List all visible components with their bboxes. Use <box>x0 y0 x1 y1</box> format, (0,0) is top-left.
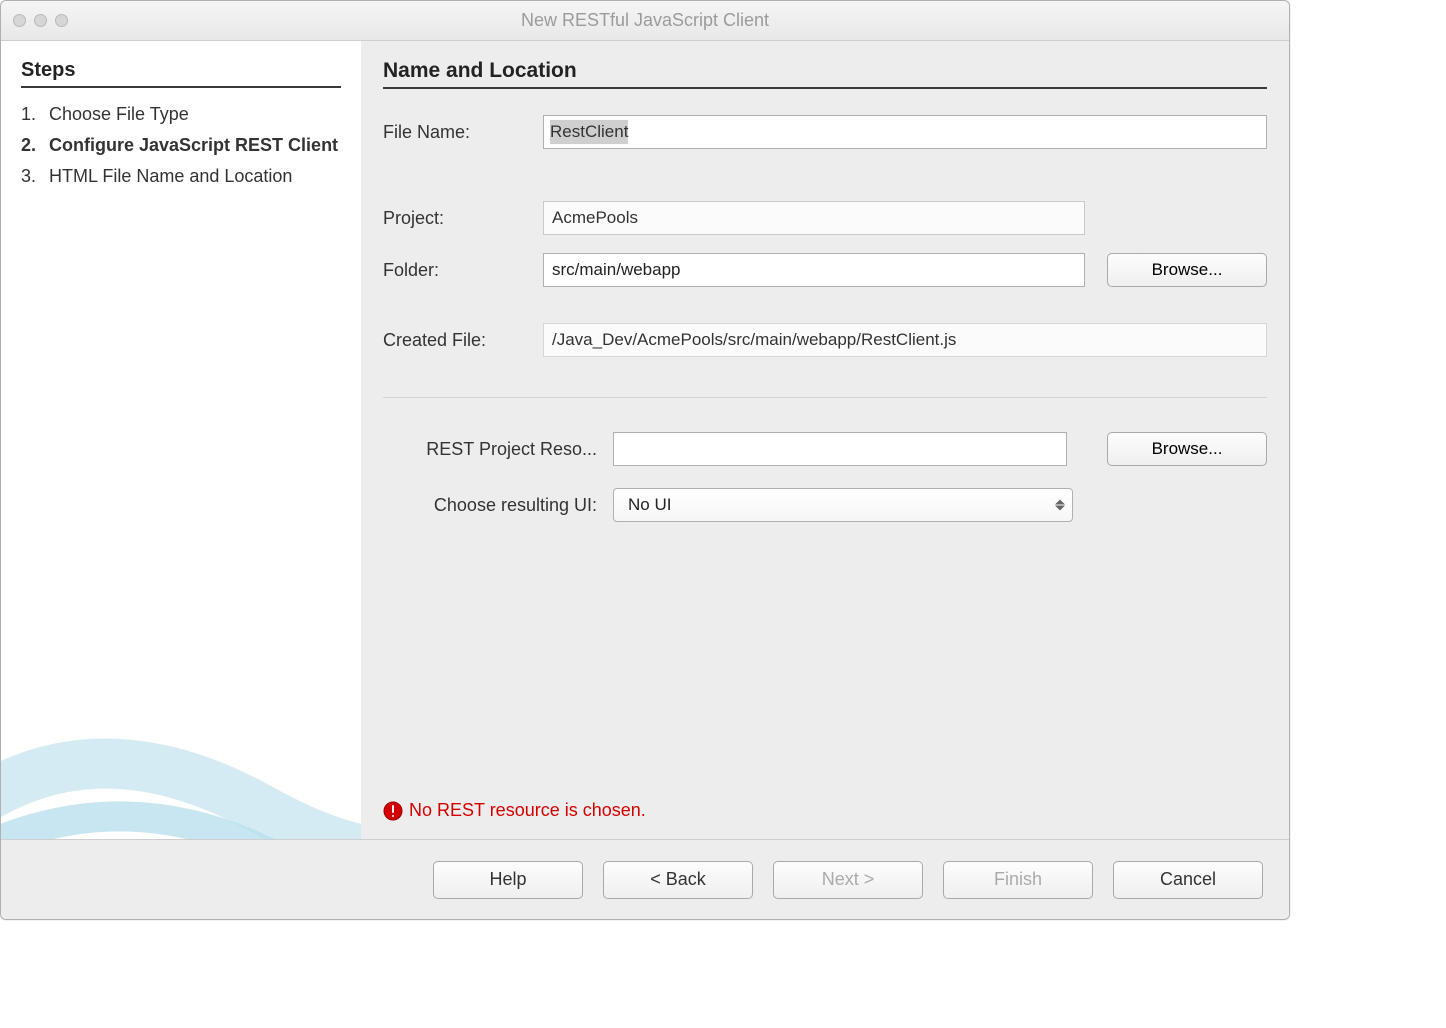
folder-field[interactable] <box>543 253 1085 287</box>
created-file-label: Created File: <box>383 330 543 351</box>
error-icon <box>383 801 403 821</box>
step-number: 3. <box>21 164 49 189</box>
file-name-field[interactable]: RestClient <box>543 115 1267 149</box>
main-pane: Name and Location File Name: RestClient … <box>361 41 1289 839</box>
choose-ui-label: Choose resulting UI: <box>383 495 613 516</box>
step-label: Choose File Type <box>49 102 341 127</box>
created-file-row: Created File: /Java_Dev/AcmePools/src/ma… <box>383 323 1267 357</box>
folder-row: Folder: Browse... <box>383 253 1267 287</box>
close-window-icon[interactable] <box>13 14 26 27</box>
rest-resource-row: REST Project Reso... Browse... <box>383 432 1267 466</box>
finish-button[interactable]: Finish <box>943 861 1093 899</box>
step-number: 2. <box>21 133 49 158</box>
wizard-window: New RESTful JavaScript Client Steps 1. C… <box>0 0 1290 920</box>
minimize-window-icon[interactable] <box>34 14 47 27</box>
step-item: 3. HTML File Name and Location <box>21 164 341 189</box>
help-button[interactable]: Help <box>433 861 583 899</box>
choose-ui-select[interactable]: No UI <box>613 488 1073 522</box>
step-label: Configure JavaScript REST Client <box>49 133 341 158</box>
back-button[interactable]: < Back <box>603 861 753 899</box>
project-label: Project: <box>383 208 543 229</box>
choose-ui-row: Choose resulting UI: No UI <box>383 488 1267 522</box>
titlebar: New RESTful JavaScript Client <box>1 1 1289 41</box>
steps-pane: Steps 1. Choose File Type 2. Configure J… <box>1 41 361 839</box>
cancel-button[interactable]: Cancel <box>1113 861 1263 899</box>
file-name-label: File Name: <box>383 122 543 143</box>
project-value: AcmePools <box>552 208 638 228</box>
browse-rest-button[interactable]: Browse... <box>1107 432 1267 466</box>
window-controls <box>13 14 68 27</box>
created-file-value: /Java_Dev/AcmePools/src/main/webapp/Rest… <box>552 330 956 350</box>
project-row: Project: AcmePools <box>383 201 1267 235</box>
file-name-row: File Name: RestClient <box>383 115 1267 149</box>
steps-list: 1. Choose File Type 2. Configure JavaScr… <box>21 102 341 190</box>
steps-heading: Steps <box>21 59 341 88</box>
project-field: AcmePools <box>543 201 1085 235</box>
zoom-window-icon[interactable] <box>55 14 68 27</box>
rest-resource-field[interactable] <box>613 432 1067 466</box>
window-title: New RESTful JavaScript Client <box>1 10 1289 31</box>
wizard-footer: Help < Back Next > Finish Cancel <box>1 839 1289 919</box>
browse-folder-button[interactable]: Browse... <box>1107 253 1267 287</box>
decorative-wave-icon <box>1 629 361 839</box>
step-label: HTML File Name and Location <box>49 164 341 189</box>
divider <box>383 397 1267 398</box>
rest-resource-label: REST Project Reso... <box>383 439 613 460</box>
step-number: 1. <box>21 102 49 127</box>
created-file-field: /Java_Dev/AcmePools/src/main/webapp/Rest… <box>543 323 1267 357</box>
error-message-text: No REST resource is chosen. <box>409 800 646 821</box>
section-heading: Name and Location <box>383 59 1267 89</box>
file-name-value: RestClient <box>550 120 628 144</box>
folder-label: Folder: <box>383 260 543 281</box>
choose-ui-value: No UI <box>628 495 671 515</box>
next-button[interactable]: Next > <box>773 861 923 899</box>
step-item: 2. Configure JavaScript REST Client <box>21 133 341 158</box>
error-message-row: No REST resource is chosen. <box>383 800 1267 821</box>
choose-ui-select-wrap: No UI <box>613 488 1073 522</box>
step-item: 1. Choose File Type <box>21 102 341 127</box>
